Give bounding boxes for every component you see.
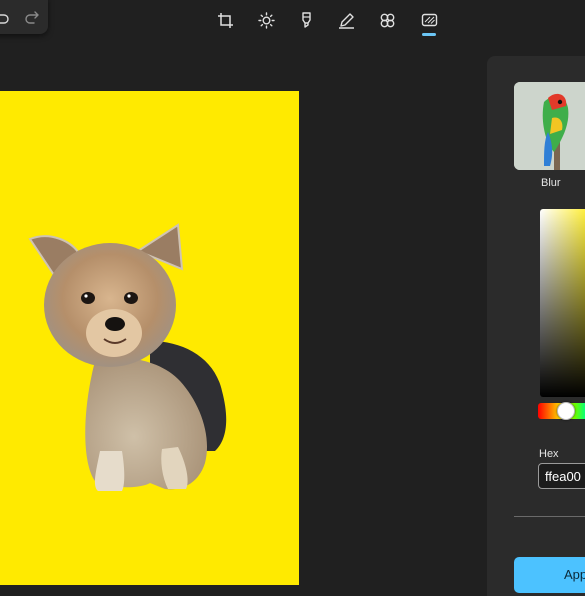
saturation-brightness-picker[interactable] [540,209,585,397]
markup-tool-button[interactable] [291,6,321,34]
blur-option-thumbnail[interactable] [514,82,585,170]
active-tool-indicator [422,33,436,36]
dog-image [28,223,227,491]
draw-tool-button[interactable] [331,6,361,34]
crop-icon [217,12,233,28]
blur-option-label: Blur [541,177,561,189]
background-icon [421,13,437,26]
panel-divider [514,516,585,517]
adjust-tool-button[interactable] [251,6,281,34]
hex-input[interactable] [538,463,585,489]
brightness-icon [257,11,275,29]
hex-label: Hex [539,448,559,460]
pen-icon [338,12,354,29]
hue-slider-knob[interactable] [557,402,575,420]
undo-redo-group [0,0,48,34]
crop-tool-button[interactable] [210,6,240,34]
filter-icon [380,13,394,27]
undo-icon[interactable] [0,9,10,25]
redo-icon[interactable] [24,9,40,25]
marker-icon [301,11,311,28]
parrot-image [514,82,585,170]
filter-tool-button[interactable] [372,6,402,34]
apply-button[interactable]: Apply [514,557,585,593]
image-canvas[interactable] [0,91,299,585]
background-tool-button[interactable] [414,6,444,36]
